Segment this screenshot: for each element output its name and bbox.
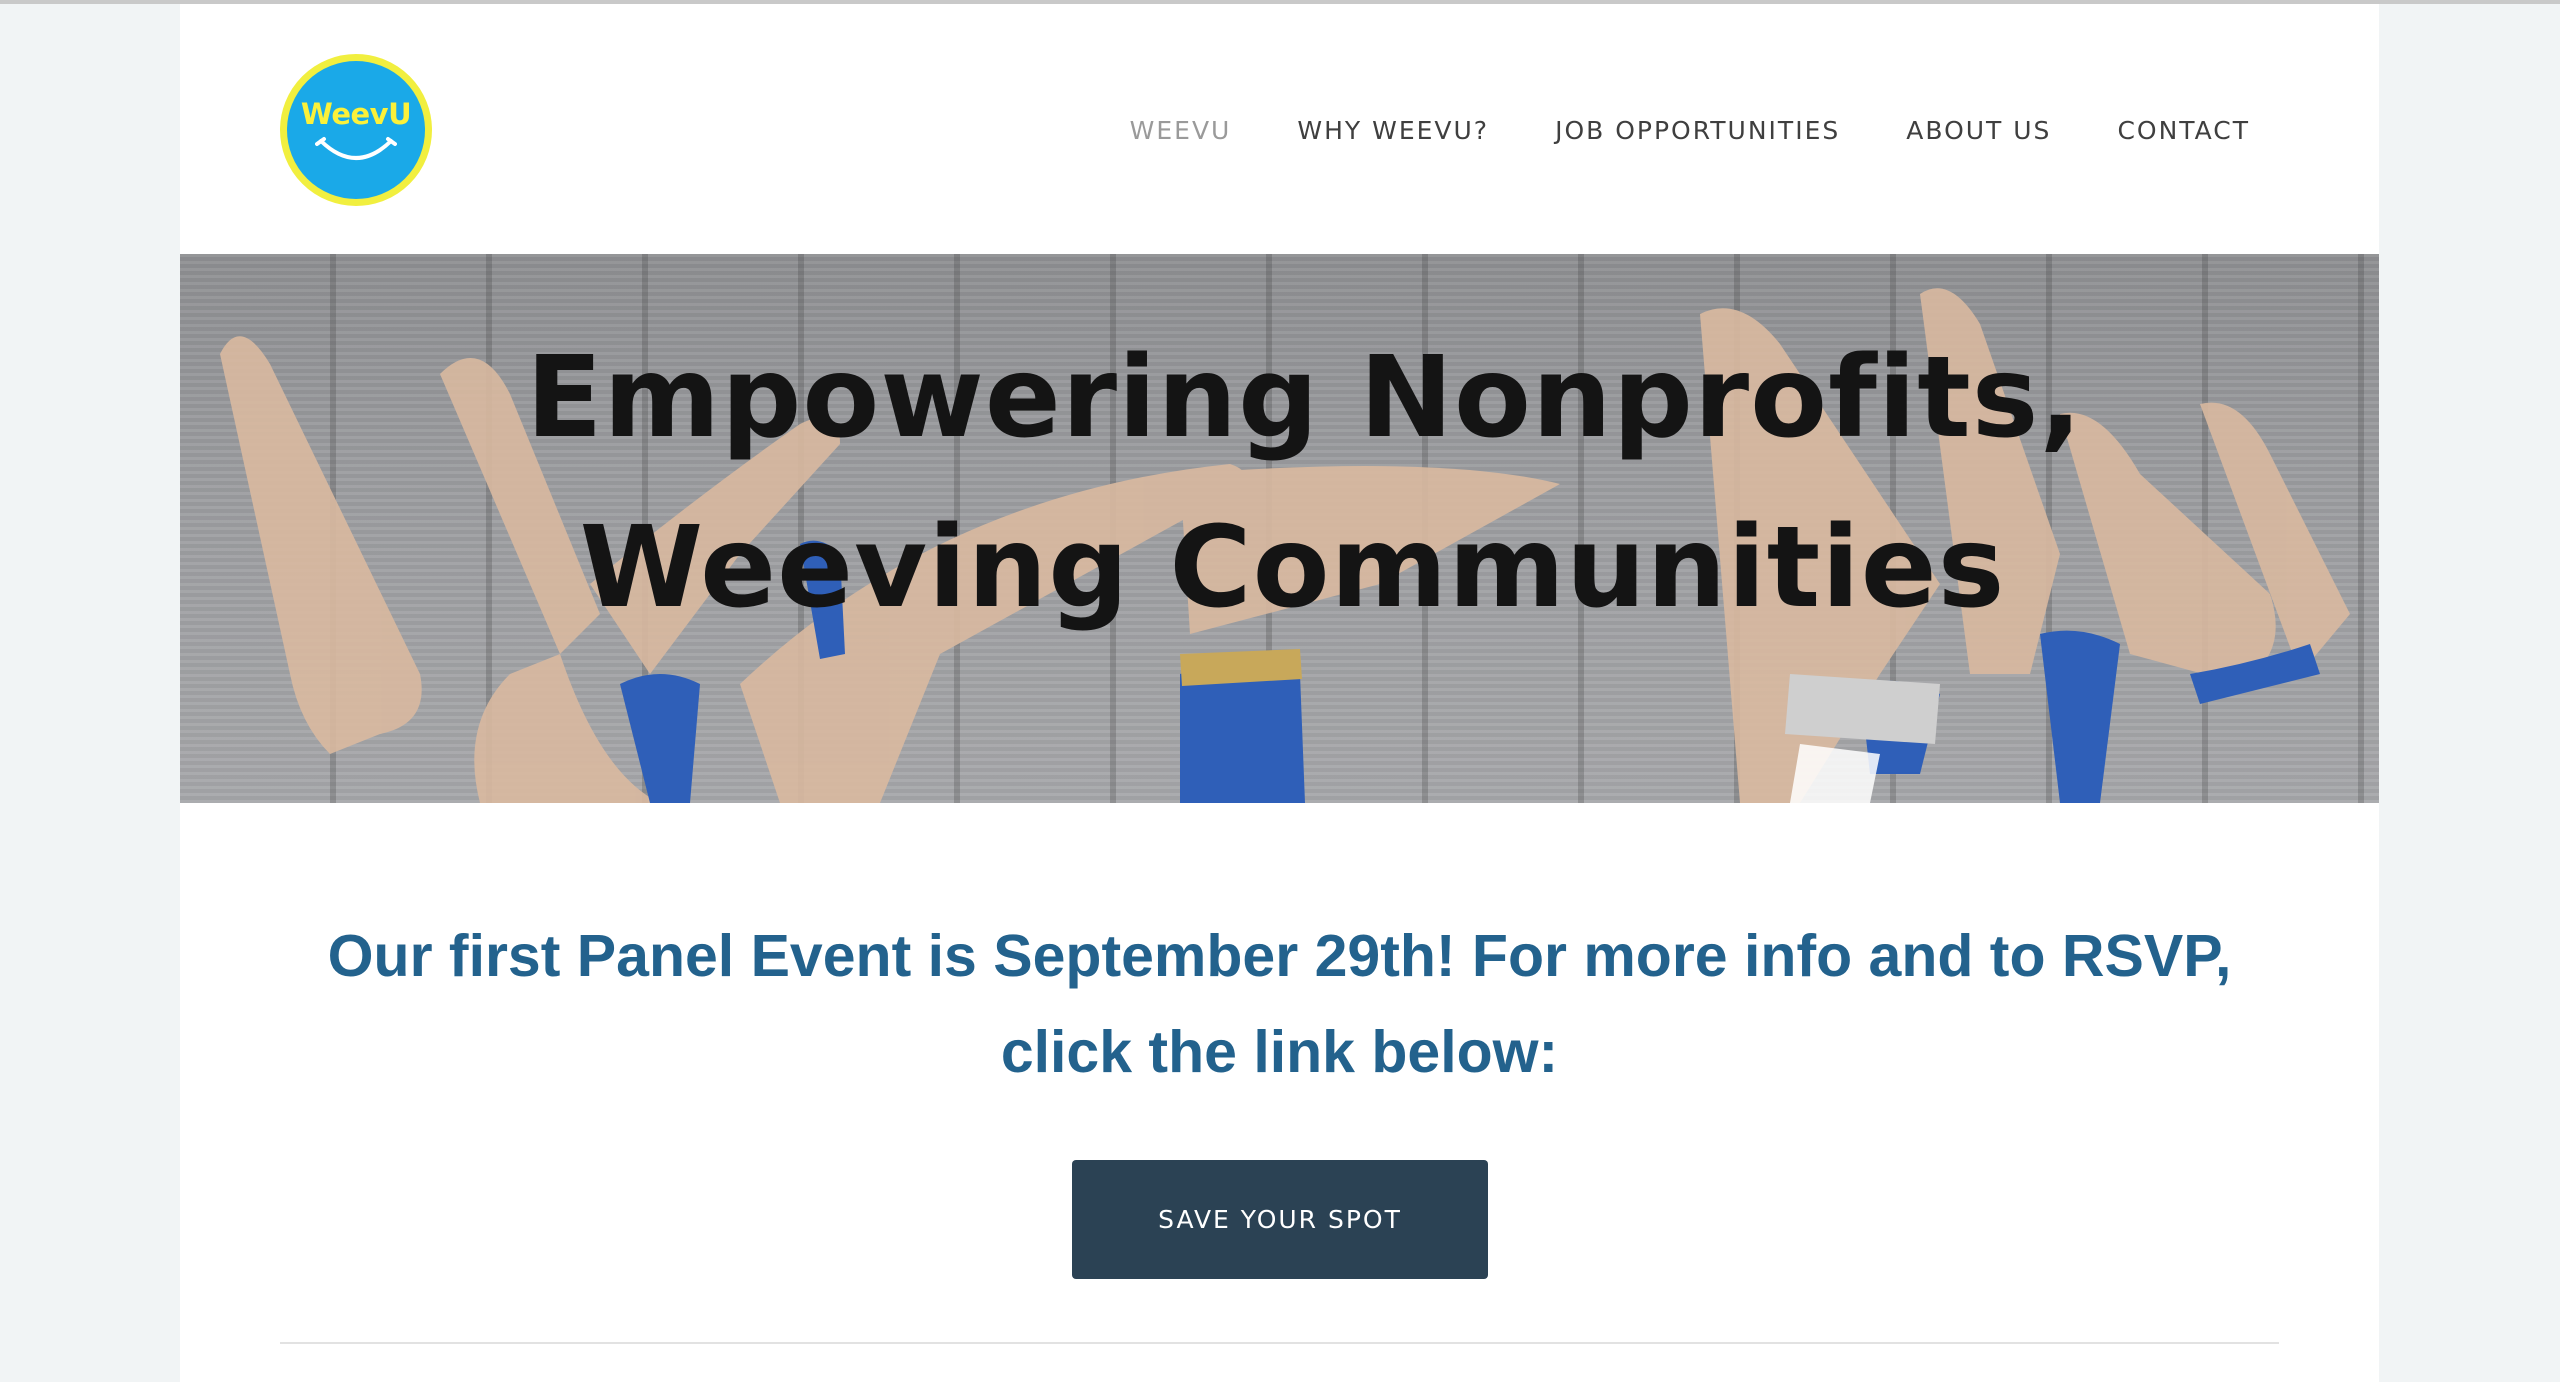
logo-text: WeevU bbox=[300, 97, 412, 131]
banner-title-line2: Weeving Communities bbox=[579, 503, 2006, 633]
nav-item-about-us[interactable]: ABOUT US bbox=[1906, 116, 2051, 145]
event-announcement: Our first Panel Event is September 29th!… bbox=[327, 923, 2232, 1085]
banner-title-line1: Empowering Nonprofits, bbox=[526, 333, 2083, 463]
nav-item-contact[interactable]: CONTACT bbox=[2117, 116, 2250, 145]
save-your-spot-button[interactable]: SAVE YOUR SPOT bbox=[1072, 1160, 1488, 1279]
section-divider bbox=[280, 1342, 2279, 1344]
site-logo[interactable]: WeevU bbox=[280, 54, 432, 206]
page-container: WeevU WEEVU WHY WEEVU? JOB OPPORTUNITIES… bbox=[180, 4, 2379, 1382]
smile-logo-icon bbox=[315, 137, 397, 160]
nav-item-job-opportunities[interactable]: JOB OPPORTUNITIES bbox=[1555, 116, 1840, 145]
main-nav: WEEVU WHY WEEVU? JOB OPPORTUNITIES ABOUT… bbox=[1064, 116, 2250, 145]
nav-item-why-weevu[interactable]: WHY WEEVU? bbox=[1297, 116, 1489, 145]
nav-item-weevu[interactable]: WEEVU bbox=[1130, 116, 1232, 145]
hero-banner: Empowering Nonprofits, Weeving Communiti… bbox=[180, 254, 2379, 803]
